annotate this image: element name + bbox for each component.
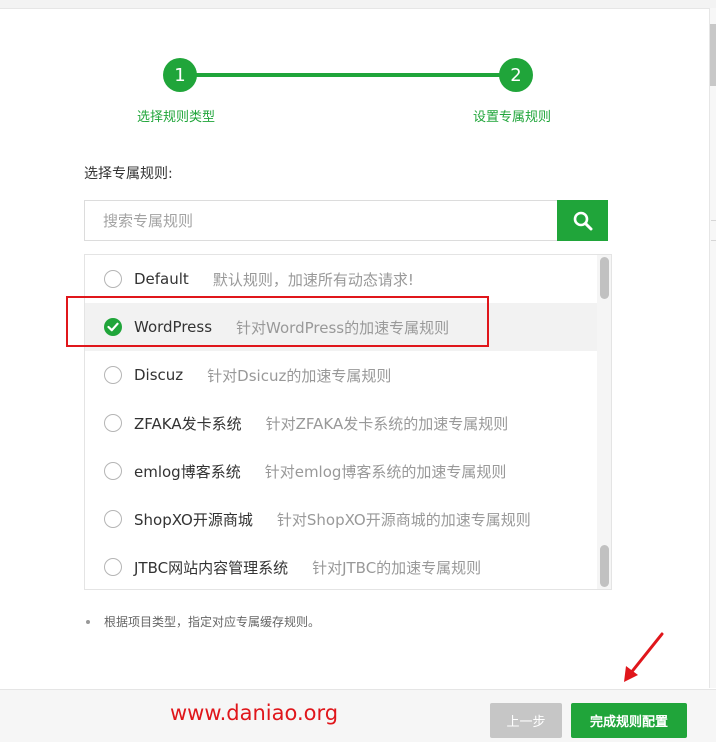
- rule-select-label: 选择专属规则:: [84, 166, 173, 182]
- prev-step-button[interactable]: 上一步: [490, 703, 562, 738]
- annotation-highlight-box: [66, 296, 489, 347]
- rule-description: 针对ShopXO开源商城的加速专属规则: [276, 510, 531, 529]
- rule-description: 针对ZFAKA发卡系统的加速专属规则: [265, 414, 509, 433]
- rule-name: ShopXO开源商城: [134, 510, 253, 529]
- radio-button[interactable]: [104, 414, 122, 432]
- rule-item-shopxo[interactable]: ShopXO开源商城 针对ShopXO开源商城的加速专属规则: [85, 495, 599, 543]
- rule-item-zfaka[interactable]: ZFAKA发卡系统 针对ZFAKA发卡系统的加速专属规则: [85, 399, 599, 447]
- radio-button[interactable]: [104, 366, 122, 384]
- rule-name: Discuz: [134, 366, 184, 384]
- search-button[interactable]: [557, 200, 608, 241]
- tip-text: 根据项目类型，指定对应专属缓存规则。: [104, 615, 321, 629]
- watermark: www.daniao.org: [170, 701, 339, 725]
- rule-item-emlog[interactable]: emlog博客系统 针对emlog博客系统的加速专属规则: [85, 447, 599, 495]
- background-divider: [711, 240, 716, 241]
- rule-name: Default: [134, 270, 189, 288]
- radio-button[interactable]: [104, 270, 122, 288]
- step-connector: [180, 73, 516, 77]
- radio-button[interactable]: [104, 510, 122, 528]
- step-2-label: 设置专属规则: [473, 110, 552, 125]
- rule-name: ZFAKA发卡系统: [134, 414, 242, 433]
- search-box: [84, 200, 608, 241]
- rule-item-discuz[interactable]: Discuz 针对Dsicuz的加速专属规则: [85, 351, 599, 399]
- bullet-icon: [86, 619, 90, 624]
- radio-button[interactable]: [104, 558, 122, 576]
- rule-description: 针对Dsicuz的加速专属规则: [207, 366, 392, 385]
- step-2-circle: 2: [499, 58, 533, 92]
- list-scroll-thumb-end[interactable]: [600, 545, 609, 587]
- radio-button[interactable]: [104, 462, 122, 480]
- arrow-icon: [624, 632, 664, 682]
- search-input[interactable]: [85, 201, 557, 240]
- rule-description: 针对emlog博客系统的加速专属规则: [264, 462, 507, 481]
- rule-name: JTBC网站内容管理系统: [134, 558, 289, 577]
- rule-description: 针对JTBC的加速专属规则: [312, 558, 482, 577]
- rule-config-dialog: 1 2 选择规则类型 设置专属规则 选择专属规则: Default 默认规则，加…: [0, 0, 716, 742]
- list-scroll-thumb[interactable]: [600, 257, 609, 299]
- background-divider: [711, 220, 716, 221]
- rule-item-jtbc[interactable]: JTBC网站内容管理系统 针对JTBC的加速专属规则: [85, 543, 599, 589]
- rule-description: 默认规则，加速所有动态请求!: [212, 270, 414, 289]
- finish-config-button[interactable]: 完成规则配置: [571, 703, 687, 738]
- list-scrollbar[interactable]: [597, 255, 611, 589]
- step-1-circle: 1: [163, 58, 197, 92]
- step-1-label: 选择规则类型: [137, 110, 216, 125]
- tip: 根据项目类型，指定对应专属缓存规则。: [86, 613, 320, 630]
- search-icon: [573, 211, 592, 230]
- stepper: 1 2 选择规则类型 设置专属规则: [0, 0, 716, 130]
- rule-name: emlog博客系统: [134, 462, 241, 481]
